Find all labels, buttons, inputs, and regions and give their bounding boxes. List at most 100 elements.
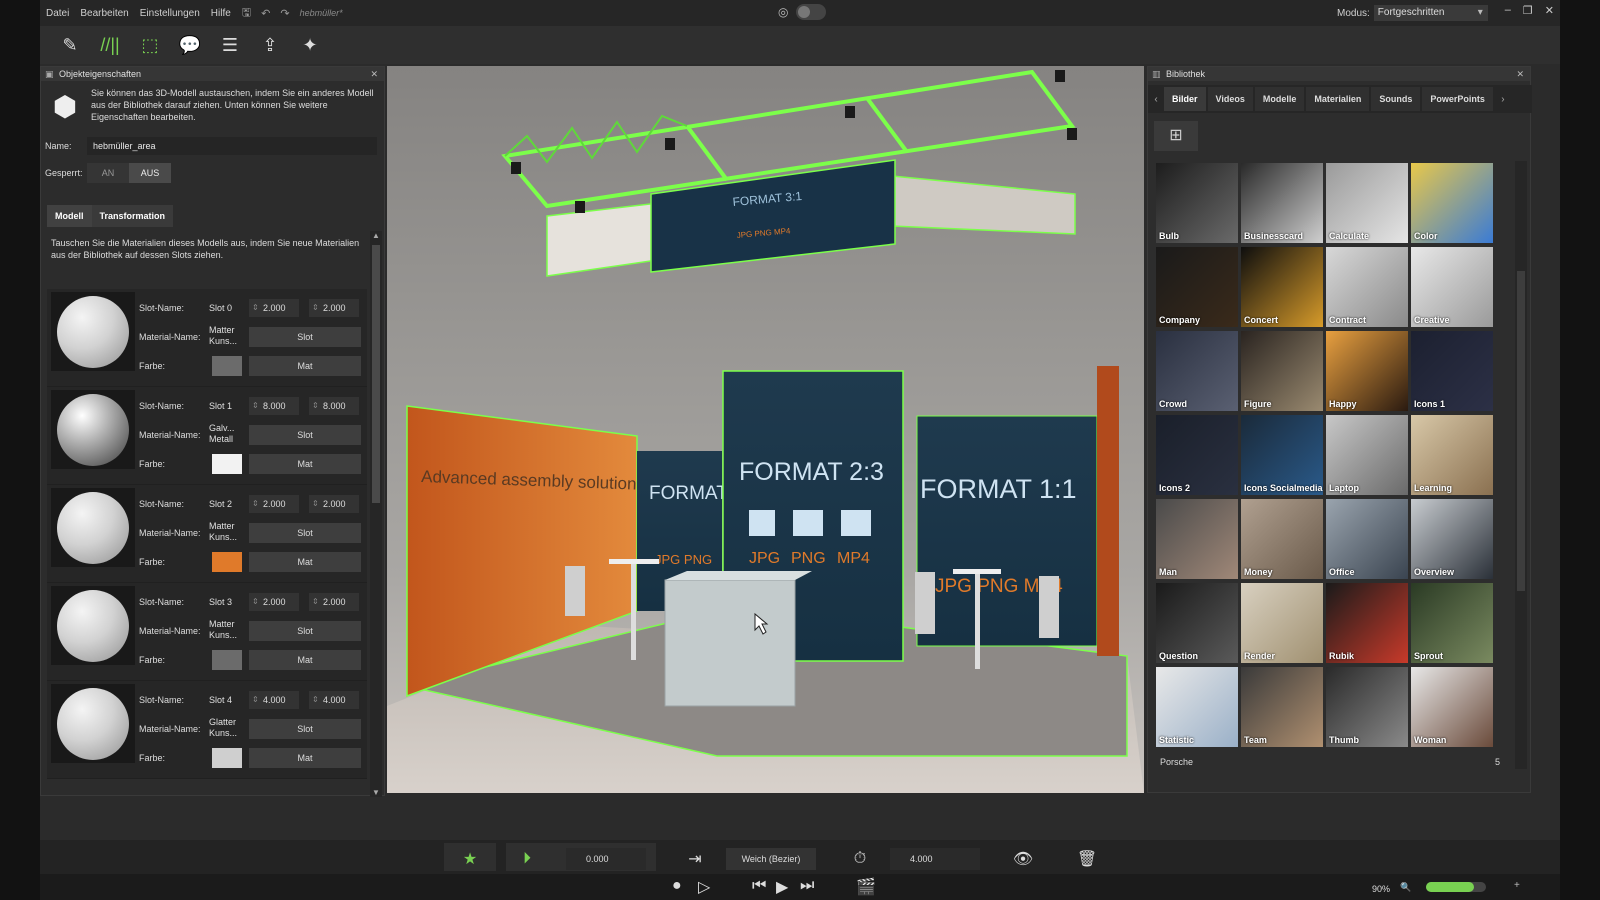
play-start-icon[interactable]: ⏵ [512, 845, 542, 873]
undo-icon[interactable]: ↶ [261, 7, 270, 20]
slot-value-2[interactable]: 4.000 [309, 691, 359, 709]
library-item[interactable]: Learning [1411, 415, 1493, 495]
close-panel-icon[interactable]: ✕ [370, 67, 378, 81]
color-swatch[interactable] [212, 356, 242, 376]
mode-dropdown[interactable]: Fortgeschritten [1373, 5, 1488, 21]
slot-button[interactable]: Slot [249, 621, 361, 641]
color-swatch[interactable] [212, 650, 242, 670]
locked-on-option[interactable]: AN [87, 163, 129, 183]
panel-scrollbar[interactable]: ▲ ▼ [370, 231, 382, 797]
library-item[interactable]: Contract [1326, 247, 1408, 327]
zoom-icon[interactable]: 🔍 [1400, 882, 1411, 893]
library-item[interactable]: Team [1241, 667, 1323, 747]
library-item[interactable]: Company [1156, 247, 1238, 327]
color-swatch[interactable] [212, 552, 242, 572]
mat-button[interactable]: Mat [249, 454, 361, 474]
slot-value-2[interactable]: 2.000 [309, 299, 359, 317]
minimize-icon[interactable]: – [1505, 4, 1511, 17]
object-list-icon[interactable]: //|| [90, 30, 130, 60]
library-item[interactable]: Happy [1326, 331, 1408, 411]
library-item[interactable]: Man [1156, 499, 1238, 579]
slot-value-1[interactable]: 8.000 [249, 397, 299, 415]
mat-button[interactable]: Mat [249, 552, 361, 572]
name-field[interactable]: hebmüller_area [87, 137, 377, 155]
scroll-down-icon[interactable]: ▼ [370, 788, 382, 797]
library-item[interactable]: Bulb [1156, 163, 1238, 243]
play-icon[interactable]: ▶ [776, 877, 788, 897]
tabs-right-icon[interactable]: › [1495, 94, 1511, 105]
slot-button[interactable]: Slot [249, 523, 361, 543]
tab-videos[interactable]: Videos [1207, 87, 1253, 111]
tab-bilder[interactable]: Bilder [1164, 87, 1206, 111]
vr-toggle[interactable] [796, 4, 827, 20]
color-swatch[interactable] [212, 748, 242, 768]
menu-bearbeiten[interactable]: Bearbeiten [80, 8, 128, 19]
library-item[interactable]: Laptop [1326, 415, 1408, 495]
library-item[interactable]: Statistic [1156, 667, 1238, 747]
slot-value-1[interactable]: 2.000 [249, 495, 299, 513]
easing-icon[interactable]: ⇥ [680, 845, 710, 873]
library-item[interactable]: Icons Socialmedia [1241, 415, 1323, 495]
menu-hilfe[interactable]: Hilfe [211, 8, 231, 19]
library-item[interactable]: Office [1326, 499, 1408, 579]
library-item[interactable]: Concert [1241, 247, 1323, 327]
star-icon[interactable]: ★ [444, 845, 496, 873]
record-icon[interactable]: ● [672, 877, 682, 895]
animation-tool-icon[interactable]: ⬚ [130, 30, 170, 60]
tab-sounds[interactable]: Sounds [1371, 87, 1421, 111]
zoom-slider[interactable] [1426, 882, 1486, 892]
tab-powerpoints[interactable]: PowerPoints [1422, 87, 1493, 111]
play-outline-icon[interactable]: ▷ [698, 877, 710, 897]
slot-value-2[interactable]: 8.000 [309, 397, 359, 415]
material-preview[interactable] [51, 390, 135, 469]
material-preview[interactable] [51, 488, 135, 567]
restore-icon[interactable]: ❐ [1523, 4, 1533, 17]
folder-name[interactable]: Porsche [1160, 757, 1193, 767]
library-item[interactable]: Crowd [1156, 331, 1238, 411]
library-item[interactable]: Color [1411, 163, 1493, 243]
library-item[interactable]: Businesscard [1241, 163, 1323, 243]
close-window-icon[interactable]: ✕ [1545, 4, 1554, 17]
material-preview[interactable] [51, 586, 135, 665]
slot-value-1[interactable]: 2.000 [249, 593, 299, 611]
delete-icon[interactable]: 🗑 [1072, 845, 1102, 873]
menu-datei[interactable]: Datei [46, 8, 69, 19]
plugin-icon[interactable]: ✦ [290, 30, 330, 60]
mat-button[interactable]: Mat [249, 650, 361, 670]
material-preview[interactable] [51, 684, 135, 763]
library-item[interactable]: Rubik [1326, 583, 1408, 663]
3d-viewport[interactable]: Advanced assembly solutions FORMAT JPG P… [387, 66, 1144, 793]
library-item[interactable]: Overview [1411, 499, 1493, 579]
start-time-field[interactable]: 0.000 [566, 848, 646, 870]
material-preview[interactable] [51, 292, 135, 371]
design-tool-icon[interactable]: ✎ [50, 30, 90, 60]
slot-button[interactable]: Slot [249, 327, 361, 347]
tabs-left-icon[interactable]: ‹ [1148, 94, 1164, 105]
library-item[interactable]: Woman [1411, 667, 1493, 747]
close-library-icon[interactable]: ✕ [1516, 67, 1524, 81]
library-item[interactable]: Icons 2 [1156, 415, 1238, 495]
add-image-icon[interactable]: ⊞ [1154, 121, 1198, 151]
export-icon[interactable]: ⇪ [250, 30, 290, 60]
scrollbar-thumb[interactable] [372, 245, 380, 503]
slot-value-1[interactable]: 2.000 [249, 299, 299, 317]
tab-transformation[interactable]: Transformation [91, 205, 174, 227]
tab-modelle[interactable]: Modelle [1254, 87, 1305, 111]
library-scrollbar[interactable] [1515, 161, 1527, 769]
library-item[interactable]: Creative [1411, 247, 1493, 327]
mat-button[interactable]: Mat [249, 356, 361, 376]
library-item[interactable]: Icons 1 [1411, 331, 1493, 411]
library-item[interactable]: Render [1241, 583, 1323, 663]
comments-icon[interactable]: 💬 [170, 30, 210, 60]
menu-einstellungen[interactable]: Einstellungen [140, 8, 200, 19]
library-item[interactable]: Money [1241, 499, 1323, 579]
scroll-up-icon[interactable]: ▲ [370, 231, 382, 240]
clapper-icon[interactable]: 🎬 [856, 877, 876, 897]
previous-icon[interactable]: ⏮ [752, 877, 766, 895]
slot-value-2[interactable]: 2.000 [309, 593, 359, 611]
next-icon[interactable]: ⏭ [800, 877, 814, 895]
mat-button[interactable]: Mat [249, 748, 361, 768]
duration-field[interactable]: 4.000 [890, 848, 980, 870]
library-item[interactable]: Figure [1241, 331, 1323, 411]
library-item[interactable]: Question [1156, 583, 1238, 663]
